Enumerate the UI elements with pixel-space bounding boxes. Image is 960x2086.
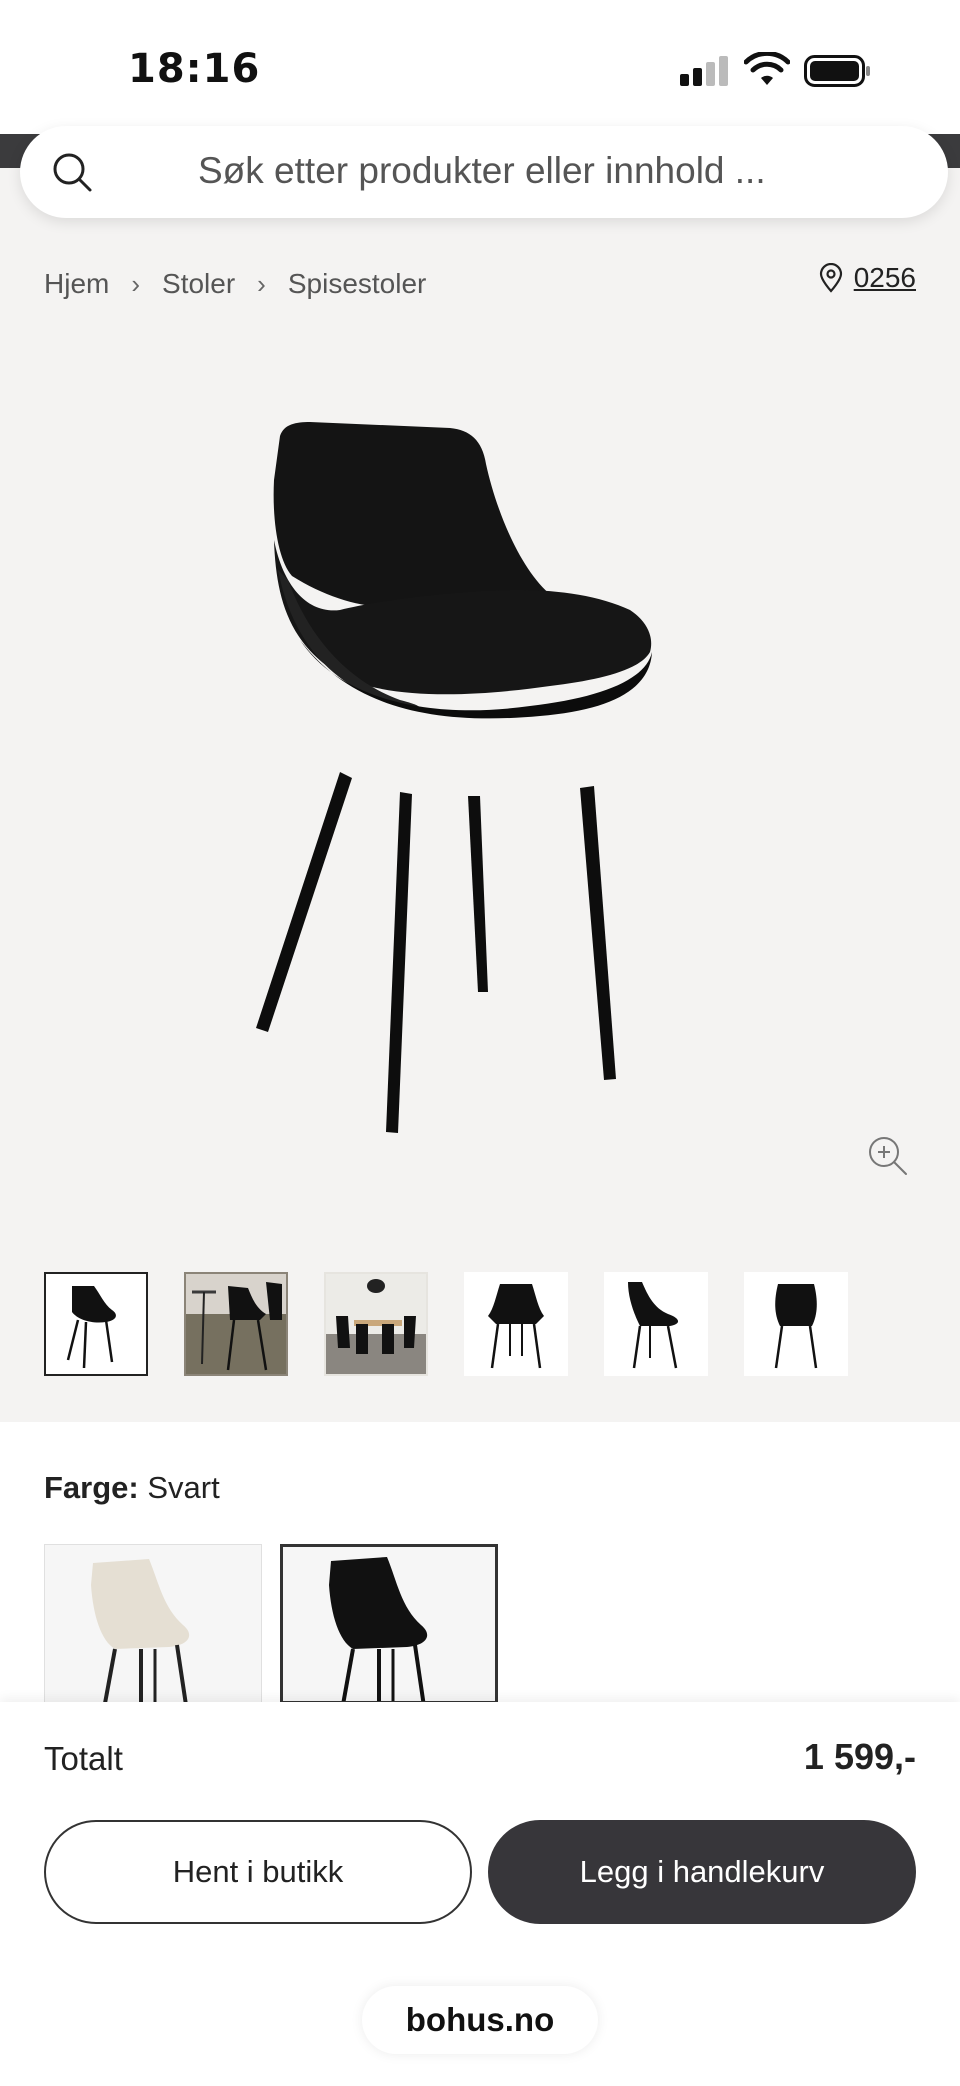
breadcrumb-home[interactable]: Hjem: [44, 268, 109, 300]
thumbnail-1[interactable]: [44, 1272, 148, 1376]
chevron-right-icon: ›: [131, 268, 141, 299]
thumbnail-3[interactable]: [324, 1272, 428, 1376]
total-label: Totalt: [44, 1740, 123, 1777]
thumbnail-image: [186, 1274, 286, 1374]
breadcrumb-stoler[interactable]: Stoler: [162, 268, 235, 300]
thumbnail-5[interactable]: [604, 1272, 708, 1376]
color-swatch-black[interactable]: [280, 1544, 498, 1704]
zoom-in-icon[interactable]: [866, 1134, 910, 1178]
total-price: 1 599,-: [803, 1736, 916, 1777]
browser-url-bar[interactable]: bohus.no: [362, 1986, 598, 2054]
search-input[interactable]: Søk etter produkter eller innhold ...: [198, 150, 766, 192]
chevron-right-icon: ›: [257, 268, 266, 299]
status-bar: 18:16: [0, 0, 960, 134]
breadcrumb-spisestoler[interactable]: Spisestoler: [288, 268, 427, 300]
breadcrumb: Hjem › Stoler › Spisestoler: [44, 264, 426, 304]
signal-icon: [680, 56, 730, 86]
status-time: 18:16: [128, 46, 261, 92]
thumbnail-2[interactable]: [184, 1272, 288, 1376]
location-selector[interactable]: 0256: [818, 262, 916, 294]
pickup-in-store-button[interactable]: Hent i butikk: [44, 1820, 472, 1924]
search-icon[interactable]: [48, 148, 96, 196]
color-label-key: Farge:: [44, 1470, 139, 1505]
thumbnail-image: [628, 1282, 679, 1369]
battery-icon: [804, 55, 870, 87]
location-pin-icon: [819, 263, 842, 293]
postcode-link[interactable]: 0256: [854, 262, 916, 294]
color-swatch-beige[interactable]: [44, 1544, 262, 1704]
swatch-image: [91, 1559, 190, 1703]
swatch-image: [329, 1557, 428, 1701]
thumbnail-6[interactable]: [744, 1272, 848, 1376]
thumbnail-image: [488, 1284, 544, 1369]
thumbnail-4[interactable]: [464, 1272, 568, 1376]
product-image[interactable]: [180, 400, 780, 1160]
thumbnail-image: [66, 1286, 116, 1369]
thumbnail-strip: [44, 1272, 924, 1378]
color-label: Farge: Svart: [44, 1470, 220, 1506]
thumbnail-image: [774, 1284, 818, 1369]
thumbnail-image: [326, 1274, 426, 1374]
wifi-icon: [744, 52, 790, 85]
add-to-cart-button[interactable]: Legg i handlekurv: [488, 1820, 916, 1924]
search-bar[interactable]: Søk etter produkter eller innhold ...: [20, 126, 948, 218]
color-value: Svart: [147, 1470, 220, 1505]
